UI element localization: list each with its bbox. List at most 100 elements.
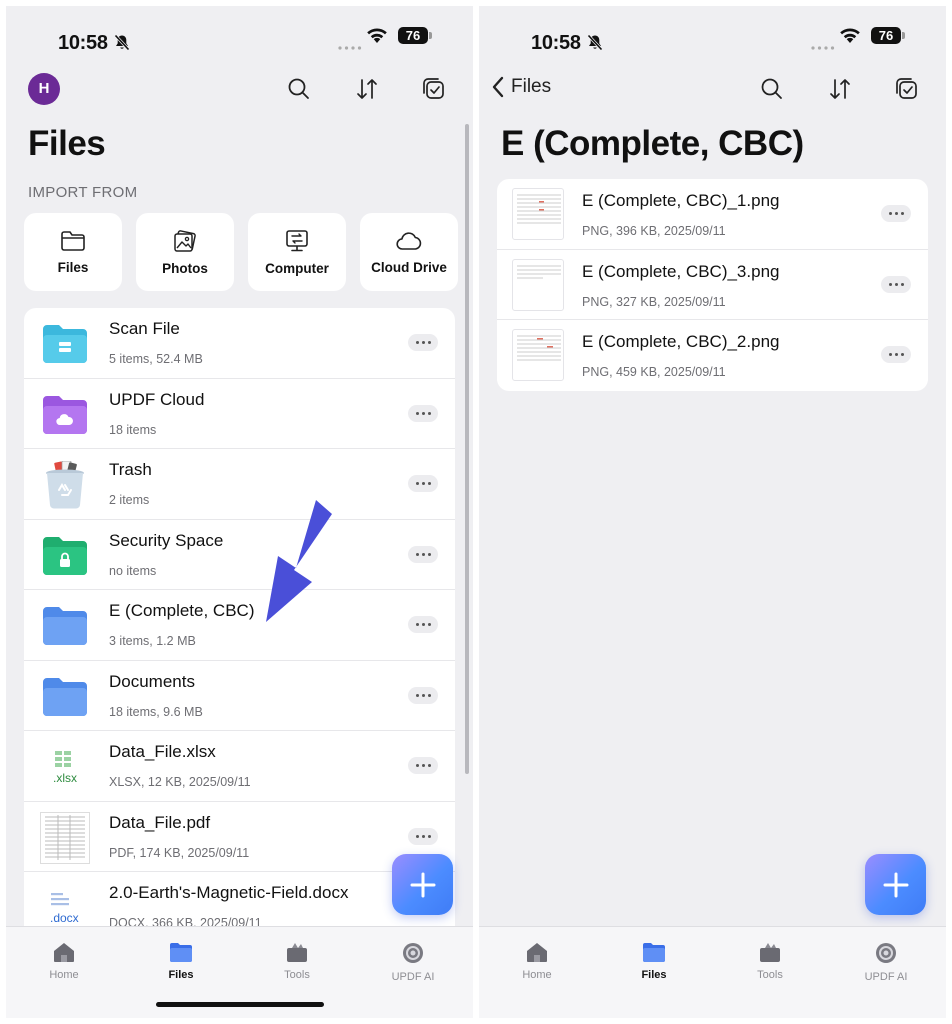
item-name: Data_File.pdf: [109, 812, 211, 832]
item-name: E (Complete, CBC)_1.png: [582, 191, 780, 210]
more-options-button[interactable]: [408, 616, 438, 633]
list-item[interactable]: E (Complete, CBC)_1.png PNG, 396 KB, 202…: [497, 179, 928, 250]
item-name: 2.0-Earth's-Magnetic-Field.docx: [109, 883, 349, 902]
add-fab-button[interactable]: [392, 854, 453, 915]
wifi-icon: [840, 28, 860, 43]
more-options-button[interactable]: [408, 404, 438, 422]
files-screen: 10:58 76 H Files IMPORT FROM Files Photo…: [6, 6, 473, 1018]
trash-bin-icon: [46, 461, 84, 509]
item-name: E (Complete, CBC)_2.png: [582, 332, 780, 351]
tools-icon: [760, 943, 780, 962]
tab-tools[interactable]: Tools: [725, 941, 815, 981]
list-item[interactable]: Trash 2 items: [24, 449, 455, 520]
more-options-button[interactable]: [408, 686, 438, 704]
list-item[interactable]: Security Space no items: [24, 520, 455, 590]
more-options-button[interactable]: [408, 334, 438, 351]
file-ext-label: .docx: [50, 911, 79, 925]
cloud-icon: [396, 231, 422, 250]
import-photos-button[interactable]: Photos: [136, 213, 234, 291]
thumb: [40, 811, 90, 864]
more-options-button[interactable]: [408, 475, 438, 492]
tab-updf-ai[interactable]: UPDF AI: [841, 941, 931, 983]
more-options-button[interactable]: [408, 545, 438, 563]
more-options-button[interactable]: [881, 275, 911, 293]
list-item[interactable]: UPDF Cloud 18 items: [24, 379, 455, 449]
item-name: E (Complete, CBC): [109, 601, 255, 620]
item-name: Documents: [109, 671, 195, 691]
more-options-button[interactable]: [408, 757, 438, 774]
more-options-button[interactable]: [881, 205, 911, 222]
tab-label: Files: [168, 969, 194, 981]
list-item[interactable]: .xlsx Data_File.xlsx XLSX, 12 KB, 2025/0…: [24, 731, 455, 802]
back-button[interactable]: Files: [491, 76, 551, 98]
scan-folder-icon: [43, 325, 87, 363]
import-source-label: Files: [57, 259, 89, 275]
secure-folder-icon: [43, 536, 87, 575]
sort-icon[interactable]: [354, 76, 380, 102]
tab-home[interactable]: Home: [19, 941, 109, 981]
table-preview-icon: [517, 194, 561, 224]
tab-home[interactable]: Home: [492, 941, 582, 981]
item-meta: 5 items, 52.4 MB: [109, 352, 203, 366]
item-meta: 3 items, 1.2 MB: [109, 634, 196, 648]
import-cloud-drive-button[interactable]: Cloud Drive: [360, 213, 458, 291]
tab-label: Home: [522, 969, 552, 981]
table-preview-icon: [517, 265, 561, 278]
tab-tools[interactable]: Tools: [252, 941, 342, 981]
import-computer-button[interactable]: Computer: [248, 213, 346, 291]
page-title: Files: [28, 124, 106, 163]
computer-transfer-icon: [286, 229, 308, 251]
item-meta: 18 items: [109, 422, 157, 437]
image-thumbnail: [512, 329, 564, 381]
list-item[interactable]: E (Complete, CBC) 3 items, 1.2 MB: [24, 590, 455, 661]
list-item[interactable]: Scan File 5 items, 52.4 MB: [24, 308, 455, 379]
more-options-button[interactable]: [881, 346, 911, 363]
list-item[interactable]: E (Complete, CBC)_3.png PNG, 327 KB, 202…: [497, 250, 928, 320]
import-files-button[interactable]: Files: [24, 213, 122, 291]
thumb: [40, 321, 90, 367]
status-time: 10:58: [531, 32, 581, 54]
item-meta: 2 items: [109, 493, 150, 507]
list-item[interactable]: E (Complete, CBC)_2.png PNG, 459 KB, 202…: [497, 320, 928, 391]
battery-nub: [429, 32, 432, 39]
folder-icon: [43, 677, 87, 716]
search-icon[interactable]: [759, 76, 785, 102]
cellular-signal-icon: [338, 46, 362, 50]
tab-label: UPDF AI: [864, 971, 908, 983]
avatar[interactable]: H: [28, 73, 60, 105]
tab-label: Files: [641, 969, 667, 981]
item-meta: PNG, 459 KB, 2025/09/11: [582, 365, 726, 379]
list-item[interactable]: Documents 18 items, 9.6 MB: [24, 661, 455, 731]
item-meta: XLSX, 12 KB, 2025/09/11: [109, 775, 251, 789]
list-item[interactable]: Data_File.pdf PDF, 174 KB, 2025/09/11: [24, 802, 455, 872]
select-icon[interactable]: [421, 76, 447, 102]
wifi-icon: [367, 28, 387, 43]
updf-ai-icon: [876, 943, 896, 963]
files-icon: [170, 943, 192, 962]
thumb: [40, 603, 90, 649]
file-list: Scan File 5 items, 52.4 MB UPDF Cloud 18…: [24, 308, 455, 943]
thumb: .docx: [40, 885, 90, 931]
home-indicator: [156, 1002, 324, 1007]
import-source-label: Computer: [265, 260, 329, 276]
back-label: Files: [511, 76, 552, 97]
search-icon[interactable]: [286, 76, 312, 102]
tab-label: Tools: [757, 969, 783, 981]
pdf-thumbnail-icon: [40, 811, 90, 864]
photos-icon: [174, 229, 196, 252]
select-icon[interactable]: [894, 76, 920, 102]
tab-updf-ai[interactable]: UPDF AI: [368, 941, 458, 983]
sort-icon[interactable]: [827, 76, 853, 102]
more-options-button[interactable]: [408, 827, 438, 845]
thumb: [40, 674, 90, 720]
thumb: .xlsx: [40, 744, 90, 790]
scrollbar[interactable]: [465, 124, 469, 774]
add-fab-button[interactable]: [865, 854, 926, 915]
item-meta: PNG, 396 KB, 2025/09/11: [582, 224, 726, 238]
tab-files[interactable]: Files: [136, 941, 226, 981]
bell-muted-icon: [114, 34, 130, 51]
tab-files[interactable]: Files: [609, 941, 699, 981]
folder-icon: [43, 607, 87, 645]
file-list: E (Complete, CBC)_1.png PNG, 396 KB, 202…: [497, 179, 928, 391]
cloud-folder-icon: [43, 395, 87, 434]
